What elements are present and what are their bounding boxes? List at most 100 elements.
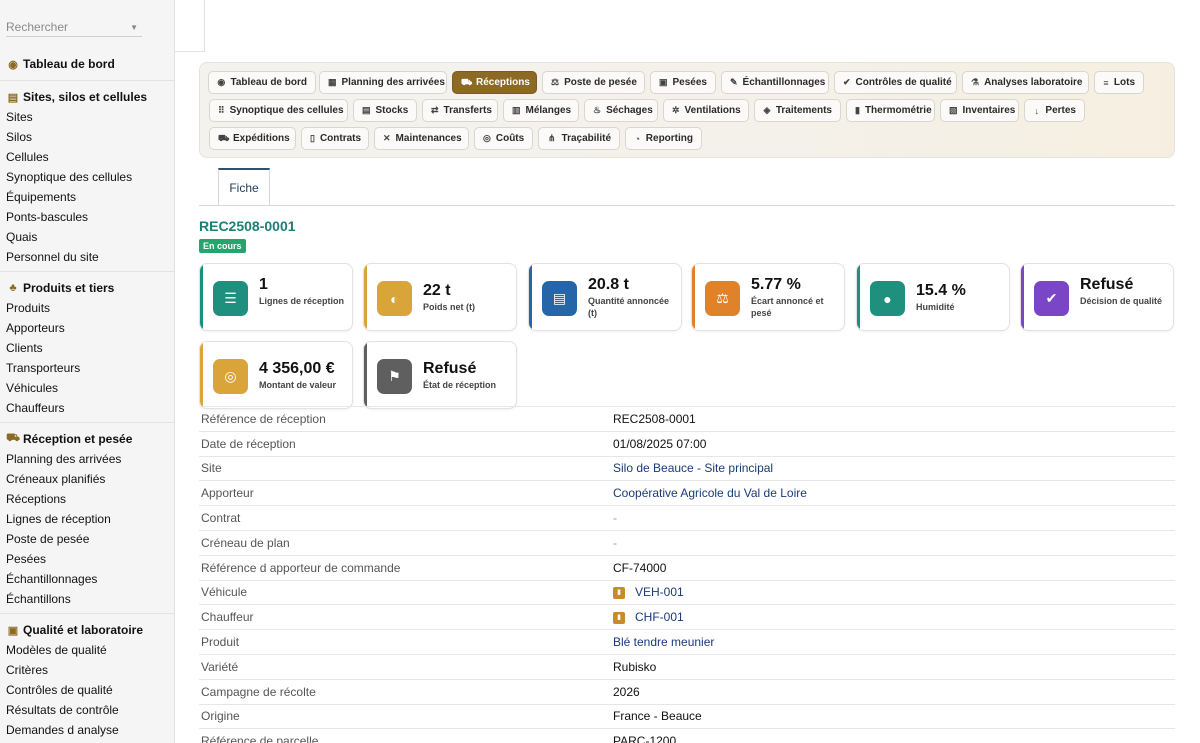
nav-shield[interactable]: ◈ Traitements	[754, 99, 841, 122]
sidebar-item[interactable]: Poste de pesée	[0, 529, 174, 549]
tab-fiche[interactable]: Fiche	[218, 168, 270, 205]
sidebar-item[interactable]: Demandes d analyse	[0, 720, 174, 740]
kpi-value: 4 356,00 €	[259, 360, 335, 377]
nav-tools[interactable]: ✕ Maintenances	[374, 127, 469, 150]
sidebar-item[interactable]: Échantillonnages	[0, 569, 174, 589]
sidebar-section-title: ▣ Qualité et laboratoire	[0, 620, 174, 640]
nav-shuffle[interactable]: ⇄ Transferts	[422, 99, 498, 122]
chevron-down-icon[interactable]: ▼	[130, 23, 138, 32]
sidebar-item[interactable]: Contrôles de qualité	[0, 680, 174, 700]
sidebar-item[interactable]: Lignes de réception	[0, 509, 174, 529]
detail-value[interactable]: ▮ VEH-001	[613, 585, 684, 599]
sidebar-item[interactable]: Sites	[0, 107, 174, 127]
sidebar-item[interactable]: Échantillons	[0, 589, 174, 609]
tools-icon: ✕	[383, 133, 391, 143]
sidebar-item[interactable]: Quais	[0, 227, 174, 247]
nav-microscope[interactable]: ⚗ Analyses laboratoire	[962, 71, 1089, 94]
nav-check-circle[interactable]: ✔ Contrôles de qualité	[834, 71, 957, 94]
nav-label: Thermométrie	[864, 105, 932, 116]
nav-eyedropper[interactable]: ✎ Échantillonnages	[721, 71, 829, 94]
sidebar-item[interactable]: Véhicules	[0, 378, 174, 398]
module-nav-panel: ◉ Tableau de bord ▦ Planning des arrivées ⛟ R…	[199, 62, 1175, 158]
search-placeholder: Rechercher	[6, 20, 69, 34]
detail-value: France - Beauce	[613, 709, 702, 724]
clipboard-icon: ▧	[949, 105, 958, 115]
sidebar-item[interactable]: Chauffeurs	[0, 398, 174, 418]
nav-boxes[interactable]: ▤ Stocks	[353, 99, 417, 122]
sidebar-section: ♣ Produits et tiers Produits Apporteurs Clie…	[0, 271, 174, 422]
sidebar-item[interactable]: Produits	[0, 298, 174, 318]
sidebar-item[interactable]: Modèles de qualité	[0, 640, 174, 660]
kpi-card: ● 15.4 % Humidité	[856, 263, 1010, 331]
sidebar-item[interactable]: Équipements	[0, 187, 174, 207]
nav-label: Coûts	[495, 133, 525, 144]
kpi-card: ◐ 22 t Poids net (t)	[363, 263, 517, 331]
sidebar-item[interactable]: Réceptions	[0, 489, 174, 509]
detail-key: Référence de parcelle	[201, 734, 319, 743]
gauge-icon: ◉	[8, 58, 18, 71]
sidebar-item[interactable]: Créneaux planifiés	[0, 469, 174, 489]
sidebar-item[interactable]: Silos	[0, 127, 174, 147]
sidebar-item[interactable]: Pesées	[0, 549, 174, 569]
detail-value: 01/08/2025 07:00	[613, 436, 707, 451]
sidebar-item[interactable]: Transporteurs	[0, 358, 174, 378]
nav-file[interactable]: ▯ Contrats	[301, 127, 369, 150]
coins-icon: ◎	[213, 359, 248, 394]
nav-fan[interactable]: ✲ Ventilations	[663, 99, 749, 122]
nav-flame[interactable]: ♨ Séchages	[584, 99, 658, 122]
search-input[interactable]: Rechercher ▼	[6, 15, 142, 37]
nav-arrow-down[interactable]: ↓ Pertes	[1024, 99, 1085, 122]
nav-truck[interactable]: ⛟ Réceptions	[452, 71, 537, 94]
sidebar-item[interactable]: Apporteurs	[0, 318, 174, 338]
nav-thermometer[interactable]: ▮ Thermométrie	[846, 99, 935, 122]
detail-value: CF-74000	[613, 560, 667, 575]
detail-row: Origine France - Beauce	[199, 703, 1175, 729]
sidebar-item[interactable]: Clients	[0, 338, 174, 358]
scale-weight-icon: ◐	[377, 281, 412, 316]
kpi-label: Écart annoncé et pesé	[751, 296, 824, 318]
nav-gauge[interactable]: ◉ Tableau de bord	[208, 71, 316, 94]
nav-clipboard[interactable]: ▧ Inventaires	[940, 99, 1019, 122]
nav-label: Expéditions	[233, 133, 290, 144]
kpi-accent-bar	[857, 264, 860, 330]
sidebar-item[interactable]: Cellules	[0, 147, 174, 167]
status-badge: En cours	[199, 239, 246, 253]
nav-calendar[interactable]: ▦ Planning des arrivées	[319, 71, 447, 94]
detail-row: Véhicule ▮ VEH-001	[199, 579, 1175, 605]
truck-icon: ⛟	[6, 432, 20, 444]
arrow-down-icon: ↓	[1034, 105, 1039, 116]
sidebar-item[interactable]: Critères	[0, 660, 174, 680]
sidebar-section-label: Qualité et laboratoire	[23, 623, 144, 637]
sidebar-item-dashboard[interactable]: ◉ Tableau de bord	[0, 53, 174, 75]
sidebar-item[interactable]: Personnel du site	[0, 247, 174, 267]
sidebar-item[interactable]: Synoptique des cellules	[0, 167, 174, 187]
nav-network[interactable]: ⋔ Traçabilité	[538, 127, 620, 150]
nav-label: Pesées	[672, 77, 707, 88]
kpi-value: Refusé	[423, 360, 477, 377]
nav-layers[interactable]: ≡ Lots	[1094, 71, 1144, 94]
shuffle-icon: ⇄	[431, 105, 439, 115]
nav-weight[interactable]: ▣ Pesées	[650, 71, 716, 94]
detail-value[interactable]: ▮ CHF-001	[613, 610, 684, 624]
sidebar-item[interactable]: Planning des arrivées	[0, 449, 174, 469]
nav-scale[interactable]: ⚖ Poste de pesée	[542, 71, 645, 94]
detail-value[interactable]: Blé tendre meunier	[613, 635, 714, 649]
kpi-value: 20.8 t	[588, 276, 629, 293]
nav-blender[interactable]: ▥ Mélanges	[503, 99, 579, 122]
detail-value[interactable]: Coopérative Agricole du Val de Loire	[613, 486, 807, 500]
id-badge-icon: ▮	[613, 587, 625, 600]
detail-value-text[interactable]: CHF-001	[635, 610, 684, 624]
check-circle-icon: ✔	[843, 77, 851, 87]
sidebar-item[interactable]: Résultats de contrôle	[0, 700, 174, 720]
nav-truck-shipping[interactable]: ⛟ Expéditions	[209, 127, 296, 150]
sidebar-section-title: ♣ Produits et tiers	[0, 278, 174, 298]
detail-row: Référence de parcelle PARC-1200	[199, 728, 1175, 743]
detail-value-text[interactable]: VEH-001	[635, 585, 684, 599]
nav-coins[interactable]: ◎ Coûts	[474, 127, 533, 150]
nav-pie-chart[interactable]: ◔ Reporting	[625, 127, 702, 150]
kpi-label: Montant de valeur	[259, 380, 337, 390]
nav-grid[interactable]: ⠿ Synoptique des cellules	[209, 99, 348, 122]
sidebar-item[interactable]: Ponts-bascules	[0, 207, 174, 227]
detail-key: Variété	[201, 659, 239, 674]
detail-value[interactable]: Silo de Beauce - Site principal	[613, 461, 773, 475]
